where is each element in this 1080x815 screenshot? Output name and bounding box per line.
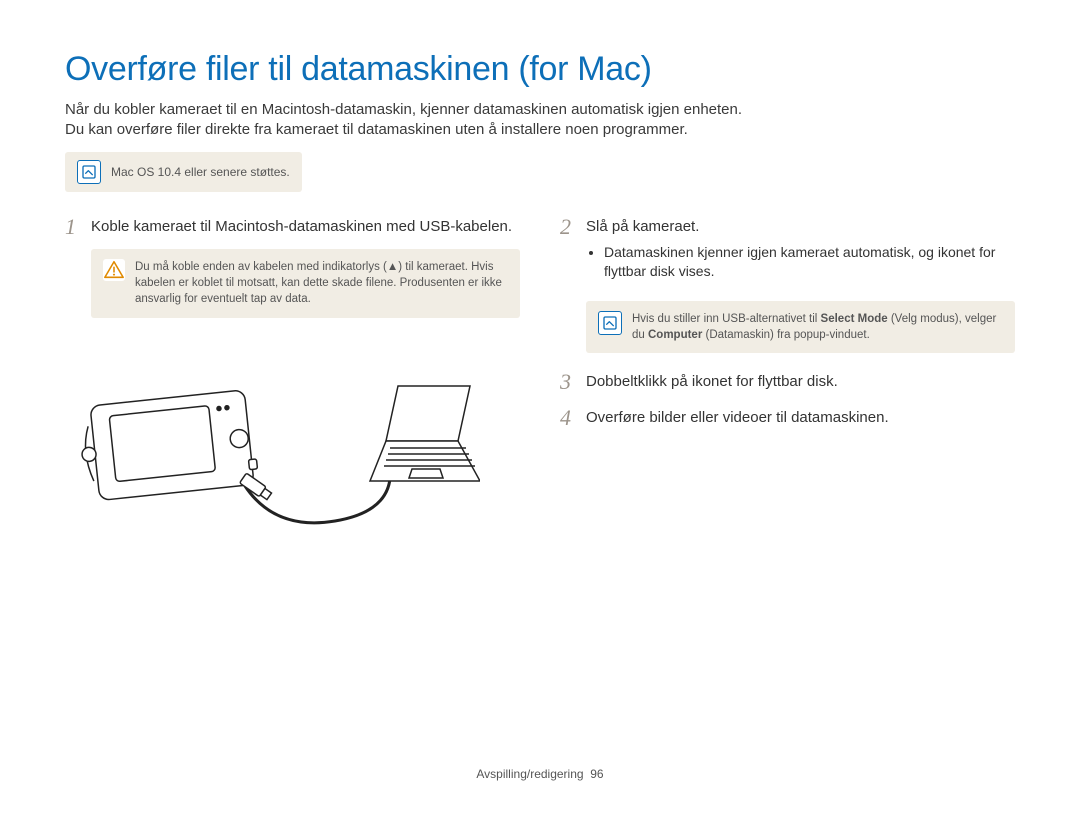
- step-1: 1 Koble kameraet til Macintosh-datamaski…: [65, 214, 520, 239]
- step-number: 4: [560, 405, 586, 430]
- warning-box: Du må koble enden av kabelen med indikat…: [91, 249, 520, 317]
- warning-icon: [103, 259, 125, 281]
- support-note-text: Mac OS 10.4 eller senere støttes.: [111, 165, 290, 179]
- page-footer: Avspilling/redigering 96: [0, 767, 1080, 781]
- step-4: 4 Overføre bilder eller videoer til data…: [560, 405, 1015, 430]
- info-bold-select-mode: Select Mode: [821, 313, 888, 325]
- intro-line-1: Når du kobler kameraet til en Macintosh-…: [65, 101, 1015, 118]
- step-number: 2: [560, 214, 586, 291]
- info-bold-computer: Computer: [648, 329, 702, 341]
- step-number: 1: [65, 214, 91, 239]
- step-2-text: Slå på kameraet.: [586, 218, 699, 235]
- info-pre: Hvis du stiller inn USB-alternativet til: [632, 313, 821, 325]
- step-3-text: Dobbeltklikk på ikonet for flyttbar disk…: [586, 369, 1015, 394]
- note-icon: [598, 311, 622, 335]
- footer-section: Avspilling/redigering: [476, 767, 583, 781]
- support-note-box: Mac OS 10.4 eller senere støttes.: [65, 152, 302, 192]
- info-post: (Datamaskin) fra popup-vinduet.: [702, 329, 869, 341]
- step-2: 2 Slå på kameraet. Datamaskinen kjenner …: [560, 214, 1015, 291]
- step-1-text: Koble kameraet til Macintosh-datamaskine…: [91, 214, 520, 239]
- step-3: 3 Dobbeltklikk på ikonet for flyttbar di…: [560, 369, 1015, 394]
- page-title: Overføre filer til datamaskinen (for Mac…: [65, 50, 1015, 89]
- note-icon: [77, 160, 101, 184]
- step-2-bullet: Datamaskinen kjenner igjen kameraet auto…: [604, 243, 1015, 281]
- usb-connection-illustration: [70, 346, 520, 546]
- warning-text: Du må koble enden av kabelen med indikat…: [135, 259, 508, 307]
- step-number: 3: [560, 369, 586, 394]
- footer-page-number: 96: [590, 767, 603, 781]
- usb-mode-info-text: Hvis du stiller inn USB-alternativet til…: [632, 311, 1003, 343]
- step-4-text: Overføre bilder eller videoer til datama…: [586, 405, 1015, 430]
- usb-mode-info-box: Hvis du stiller inn USB-alternativet til…: [586, 301, 1015, 353]
- left-column: 1 Koble kameraet til Macintosh-datamaski…: [65, 214, 520, 546]
- intro-line-2: Du kan overføre filer direkte fra kamera…: [65, 121, 1015, 138]
- right-column: 2 Slå på kameraet. Datamaskinen kjenner …: [560, 214, 1015, 546]
